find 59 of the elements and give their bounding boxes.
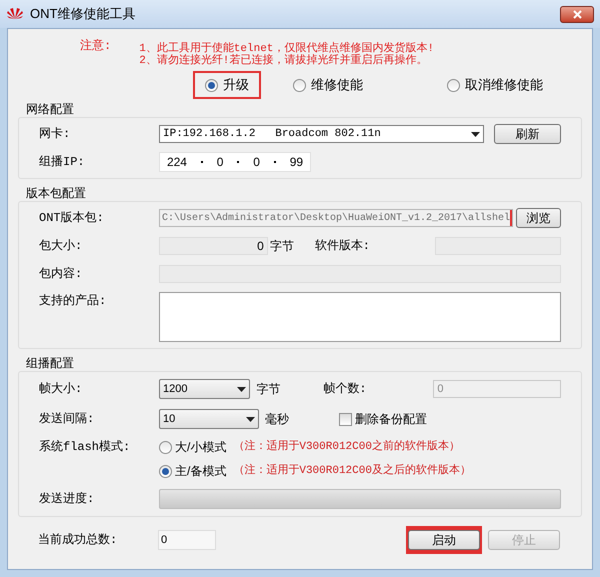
note-text: （注：适用于V300R012C00之前的软件版本） — [233, 438, 460, 455]
field-label: 帧大小: — [39, 381, 84, 398]
push-button[interactable]: 刷新 — [494, 124, 561, 144]
unit-label: 毫秒 — [265, 411, 290, 428]
close-button[interactable] — [560, 6, 594, 22]
size-field: 0 — [159, 237, 268, 255]
notice-text: 1、此工具用于使能telnet，仅限代维点维修国内发货版本! — [139, 43, 434, 55]
interval-dropdown[interactable]: 10 — [159, 409, 259, 429]
field-label: 支持的产品: — [39, 293, 108, 310]
mode-option[interactable]: 维修使能 — [281, 71, 375, 99]
field-label: 软件版本: — [314, 238, 371, 255]
caret-icon — [470, 132, 480, 136]
file-path-field[interactable]: C:\Users\Administrator\Desktop\HuaWeiONT_v1.2_2017\allshel — [159, 209, 514, 227]
radio-button[interactable] — [159, 440, 172, 454]
group-title: 网络配置 — [25, 101, 75, 117]
group-title: 组播配置 — [25, 355, 75, 371]
radio-label: 主/备模式 — [175, 463, 226, 480]
caret-icon — [246, 416, 255, 422]
frame-size-dropdown[interactable]: 1200 — [159, 379, 250, 399]
field-label: ONT版本包: — [39, 210, 105, 227]
ip-octet: 99 — [290, 154, 304, 171]
field-label: 系统flash模式: — [39, 439, 132, 456]
field-label: 包大小: — [39, 238, 84, 255]
close-icon — [572, 10, 582, 18]
push-button[interactable]: 启动 — [408, 530, 480, 550]
note-text: （注：适用于V300R012C00及之后的软件版本） — [233, 462, 471, 479]
radio-button[interactable] — [159, 464, 172, 478]
field-label: 包内容: — [39, 266, 84, 283]
unit-label: 字节 — [270, 238, 295, 255]
field-label: 组播IP: — [39, 154, 86, 171]
notice-label: 注意: — [80, 38, 112, 55]
unit-label: 字节 — [256, 381, 282, 398]
field-label: 帧个数: — [323, 381, 368, 398]
ip-octet: 0 — [253, 154, 260, 171]
radio-label: 大/小模式 — [175, 439, 226, 456]
radio-button[interactable] — [447, 78, 460, 92]
field-label: 网卡: — [39, 126, 72, 143]
ip-octet: 0 — [216, 154, 224, 171]
products-list[interactable] — [159, 292, 561, 342]
field-label: 发送进度: — [39, 491, 96, 508]
group-title: 版本包配置 — [25, 185, 87, 201]
mode-option[interactable]: 升级 — [193, 71, 261, 99]
field-label: 发送间隔: — [39, 411, 96, 428]
window-title: ONT维修使能工具 — [30, 5, 136, 24]
ip-octet: 224 — [166, 154, 187, 171]
frame-count-field: 0 — [433, 380, 561, 398]
checkbox[interactable] — [339, 412, 352, 426]
notice-text: 2、请勿连接光纤!若已连接，请拔掉光纤并重启后再操作。 — [139, 55, 428, 67]
nic-dropdown[interactable]: IP:192.168.1.2 Broadcom 802.11n — [159, 125, 484, 143]
checkbox-label: 删除备份配置 — [355, 411, 427, 428]
ip-address-field[interactable]: 224 0 0 99 — [159, 152, 311, 172]
mode-option[interactable]: 取消维修使能 — [435, 71, 555, 99]
field-label: 当前成功总数: — [38, 532, 118, 549]
logo-icon — [6, 7, 24, 21]
radio-button[interactable] — [293, 78, 306, 92]
success-count-field: 0 — [158, 530, 216, 550]
radio-button[interactable] — [205, 78, 218, 92]
push-button[interactable]: 浏览 — [516, 208, 561, 228]
caret-icon — [237, 386, 246, 392]
